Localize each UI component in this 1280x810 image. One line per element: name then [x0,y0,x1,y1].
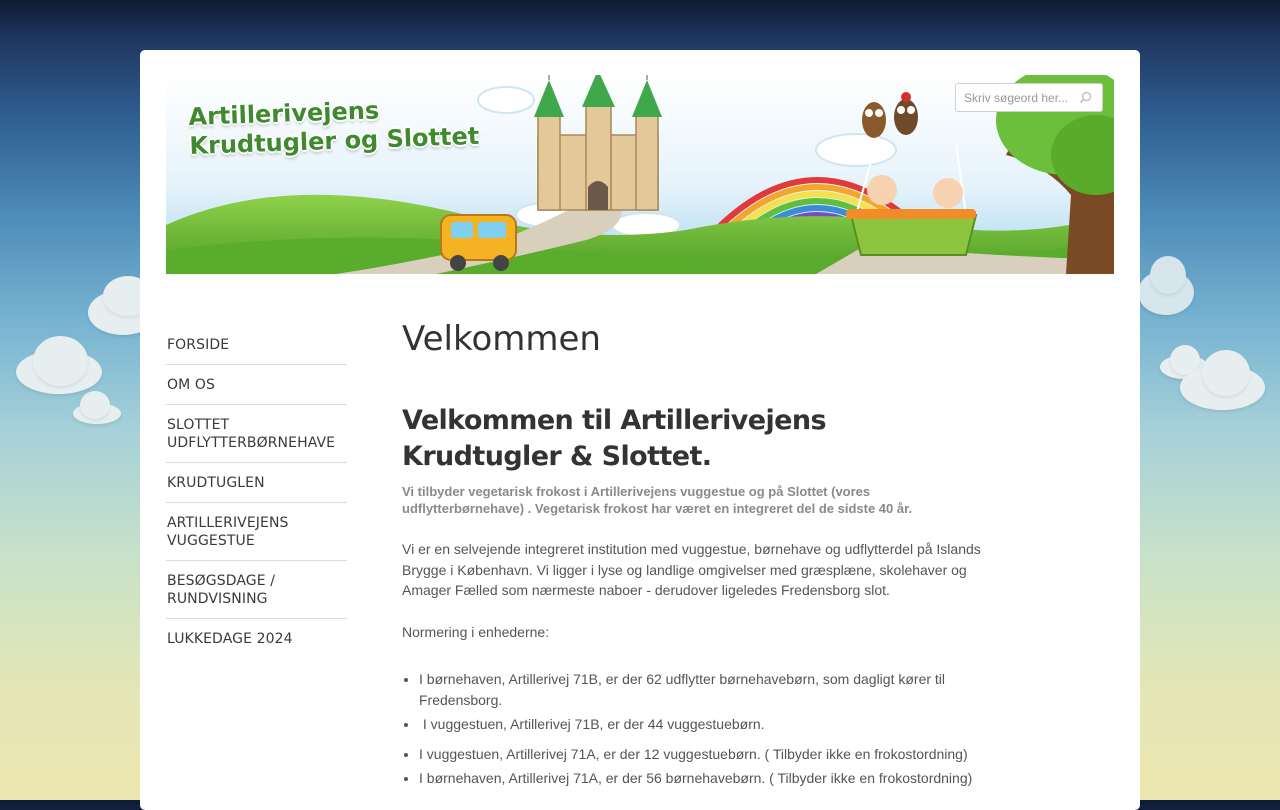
search-icon[interactable] [1079,91,1092,104]
sidebar-nav: FORSIDE OM OS SLOTTET UDFLYTTERBØRNEHAVE… [166,324,347,658]
nav-item-slottet[interactable]: SLOTTET UDFLYTTERBØRNEHAVE [166,405,347,463]
list-item: I børnehaven, Artillerivej 71B, er der 6… [419,669,992,710]
nav-item-forside[interactable]: FORSIDE [166,324,347,365]
main-content: Velkommen Velkommen til Artillerivejens … [402,318,992,789]
site-logo[interactable]: Artillerivejens Krudtugler og Slottet [188,93,480,161]
nav-item-vuggestue[interactable]: ARTILLERIVEJENS VUGGESTUE [166,503,347,561]
page-title: Velkommen [402,319,601,359]
search-input[interactable] [956,84,1084,111]
unit-list: I børnehaven, Artillerivej 71B, er der 6… [402,669,992,789]
list-item: I vuggestuen, Artillerivej 71A, er der 1… [419,744,992,765]
normering-label: Normering i enhederne: [402,623,550,640]
nav-item-krudtuglen[interactable]: KRUDTUGLEN [166,463,347,503]
welcome-heading: Velkommen til Artillerivejens Krudtugler… [402,405,827,472]
page-container: Artillerivejens Krudtugler og Slottet FO… [140,50,1140,810]
nav-item-om-os[interactable]: OM OS [166,365,347,405]
intro-text: Vi tilbyder vegetarisk frokost i Artille… [402,484,913,516]
nav-item-lukkedage[interactable]: LUKKEDAGE 2024 [166,619,347,658]
list-item: I vuggestuen, Artillerivej 71B, er der 4… [419,714,992,735]
nav-item-besogsdage[interactable]: BESØGSDAGE / RUNDVISNING [166,561,347,619]
search-box [955,83,1103,112]
header-banner: Artillerivejens Krudtugler og Slottet [166,75,1114,274]
description-paragraph: Vi er en selvejende integreret instituti… [402,541,981,598]
list-item: I børnehaven, Artillerivej 71A, er der 5… [419,768,992,789]
